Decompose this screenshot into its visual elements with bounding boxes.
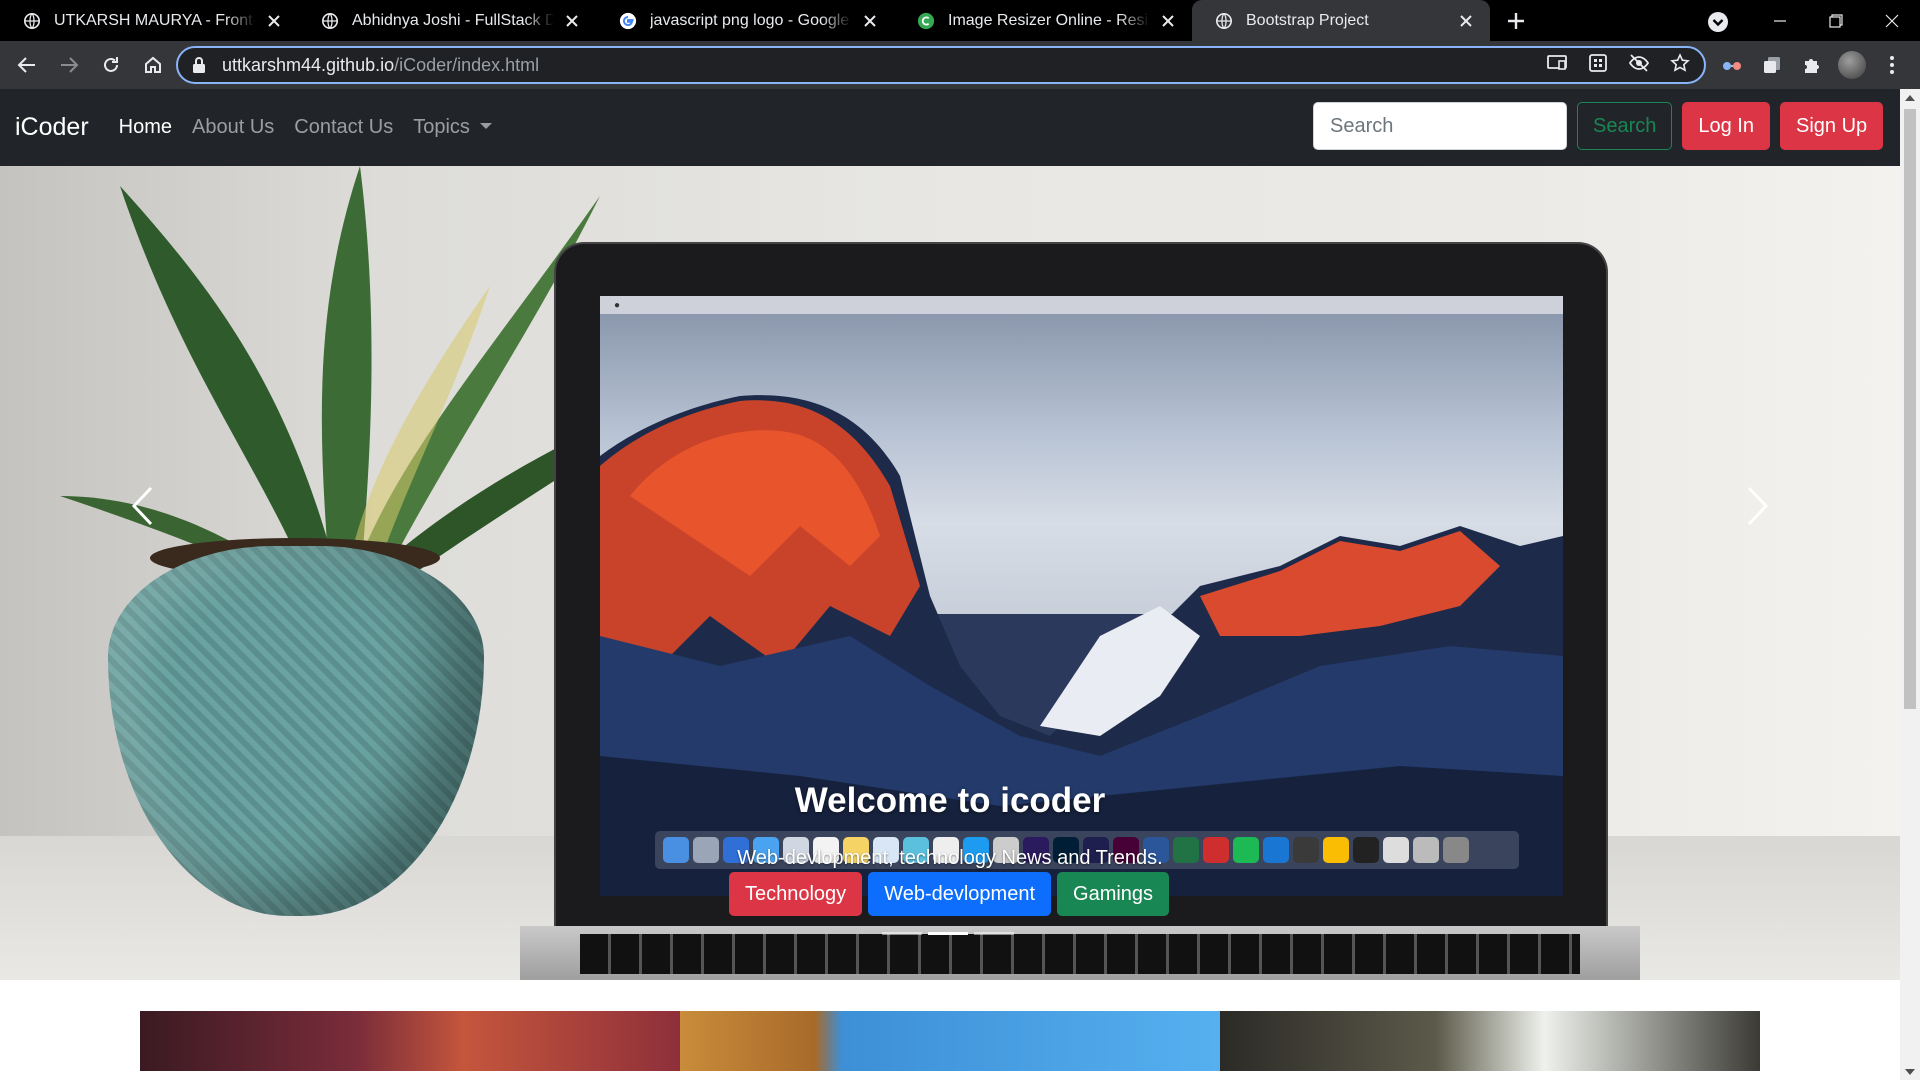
minimize-button[interactable] [1752, 0, 1808, 41]
chevron-left-icon [131, 486, 153, 526]
more-vert-icon [1890, 56, 1894, 74]
site-navbar: iCoder Home About Us Contact Us Topics S… [0, 89, 1900, 166]
nav-topics-dropdown[interactable]: Topics [413, 116, 492, 139]
card-image-people [140, 1011, 680, 1071]
browser-tab-2[interactable]: Abhidnya Joshi - FullStack Develo [298, 0, 596, 41]
close-tab-icon[interactable] [1158, 11, 1178, 31]
carousel-indicator-2[interactable] [928, 932, 968, 935]
search-form: Search Log In Sign Up [1313, 102, 1884, 150]
gamings-button[interactable]: Gamings [1057, 872, 1170, 916]
qr-code-icon[interactable] [1588, 53, 1608, 78]
brand-logo[interactable]: iCoder [15, 113, 89, 142]
resizer-icon [916, 11, 936, 31]
reload-button[interactable] [91, 45, 131, 85]
carousel-indicator-1[interactable] [882, 932, 922, 935]
chrome-menu-button[interactable] [1878, 51, 1906, 79]
hero-subtitle: Web-devlopment, technology News and Tren… [737, 847, 1163, 869]
close-tab-icon[interactable] [860, 11, 880, 31]
url-host: uttkarshm44.github.io [222, 54, 395, 75]
browser-tab-3[interactable]: javascript png logo - Google Sea [596, 0, 894, 41]
close-tab-icon[interactable] [1456, 11, 1476, 31]
card-image-canyon [1220, 1011, 1760, 1071]
close-tab-icon[interactable] [562, 11, 582, 31]
search-input[interactable] [1313, 102, 1567, 150]
avatar [1838, 51, 1866, 79]
keyboard-keys-image [580, 934, 1580, 974]
card-image-musician [680, 1011, 1220, 1071]
signup-button[interactable]: Sign Up [1779, 102, 1884, 150]
search-button[interactable]: Search [1577, 102, 1673, 150]
browser-tab-active[interactable]: Bootstrap Project [1192, 0, 1490, 41]
nav-home[interactable]: Home [119, 116, 172, 139]
browser-tab-4[interactable]: Image Resizer Online - Resize JPG [894, 0, 1192, 41]
tab-title: Abhidnya Joshi - FullStack Develo [352, 11, 554, 29]
page-viewport: iCoder Home About Us Contact Us Topics S… [0, 89, 1900, 1080]
arrow-right-icon [61, 57, 79, 73]
arrow-left-icon [17, 57, 35, 73]
browser-tab-strip: UTKARSH MAURYA - Front-End D Abhidnya Jo… [0, 0, 1920, 41]
mac-menubar-image: ● [600, 296, 1563, 314]
url-text: uttkarshm44.github.io/iCoder/index.html [222, 55, 539, 76]
tab-title: Image Resizer Online - Resize JPG [948, 11, 1150, 29]
restore-icon [1829, 13, 1843, 28]
hero-title: Welcome to icoder [794, 781, 1106, 820]
carousel-indicators [882, 932, 1014, 935]
close-icon [1885, 14, 1899, 27]
globe-icon [320, 11, 340, 31]
chevron-down-circle-icon [1708, 12, 1728, 32]
tab-title: Bootstrap Project [1246, 11, 1369, 29]
forward-button[interactable] [49, 45, 89, 85]
nav-topics-label: Topics [413, 116, 470, 138]
nav-about[interactable]: About Us [192, 116, 274, 139]
hero-category-buttons: Technology Web-devlopment Gamings [729, 872, 1170, 916]
carousel-indicator-3[interactable] [974, 932, 1014, 935]
login-button[interactable]: Log In [1682, 102, 1770, 150]
profile-avatar[interactable] [1838, 51, 1866, 79]
caret-down-icon [479, 123, 492, 129]
google-icon [618, 11, 638, 31]
new-tab-button[interactable] [1496, 0, 1536, 41]
technology-button[interactable]: Technology [729, 872, 863, 916]
featured-cards-row [140, 1011, 1760, 1071]
window-controls [1752, 0, 1920, 41]
minimize-icon [1774, 19, 1786, 22]
plus-icon [1508, 12, 1524, 29]
cast-icon[interactable] [1546, 53, 1568, 78]
close-tab-icon[interactable] [264, 11, 284, 31]
carousel-caption: Welcome to icoder Web-devlopment, techno… [0, 781, 1900, 870]
nav-contact[interactable]: Contact Us [294, 116, 393, 139]
bookmark-star-icon[interactable] [1670, 52, 1690, 78]
scroll-up-arrow-icon[interactable] [1900, 89, 1920, 106]
extension-glasses-icon[interactable] [1718, 51, 1746, 79]
chevron-right-icon [1747, 486, 1769, 526]
browser-toolbar: uttkarshm44.github.io/iCoder/index.html [0, 41, 1920, 89]
carousel-prev-button[interactable] [112, 466, 172, 546]
scrollbar-thumb[interactable] [1904, 109, 1916, 709]
extensions-puzzle-icon[interactable] [1798, 51, 1826, 79]
scroll-down-arrow-icon[interactable] [1900, 1063, 1920, 1080]
globe-icon [22, 11, 42, 31]
home-button[interactable] [133, 45, 173, 85]
home-icon [145, 56, 161, 73]
back-button[interactable] [7, 45, 47, 85]
web-devlopment-button[interactable]: Web-devlopment [868, 872, 1052, 916]
browser-tab-1[interactable]: UTKARSH MAURYA - Front-End D [0, 0, 298, 41]
lock-icon[interactable] [192, 56, 210, 74]
close-window-button[interactable] [1864, 0, 1920, 41]
globe-icon [1214, 11, 1234, 31]
tab-title: javascript png logo - Google Sea [650, 11, 852, 29]
eye-off-icon[interactable] [1628, 53, 1650, 78]
restore-button[interactable] [1808, 0, 1864, 41]
page-scrollbar[interactable] [1900, 89, 1920, 1080]
carousel-next-button[interactable] [1728, 466, 1788, 546]
reload-icon [104, 57, 118, 72]
tab-search-button[interactable] [1704, 8, 1732, 36]
hero-carousel: ● Welcome to icoder Web-devlopment, tech… [0, 166, 1900, 980]
tab-title: UTKARSH MAURYA - Front-End D [54, 11, 256, 29]
url-path: /iCoder/index.html [394, 54, 540, 75]
address-bar[interactable]: uttkarshm44.github.io/iCoder/index.html [176, 46, 1706, 84]
extension-copy-icon[interactable] [1758, 51, 1786, 79]
